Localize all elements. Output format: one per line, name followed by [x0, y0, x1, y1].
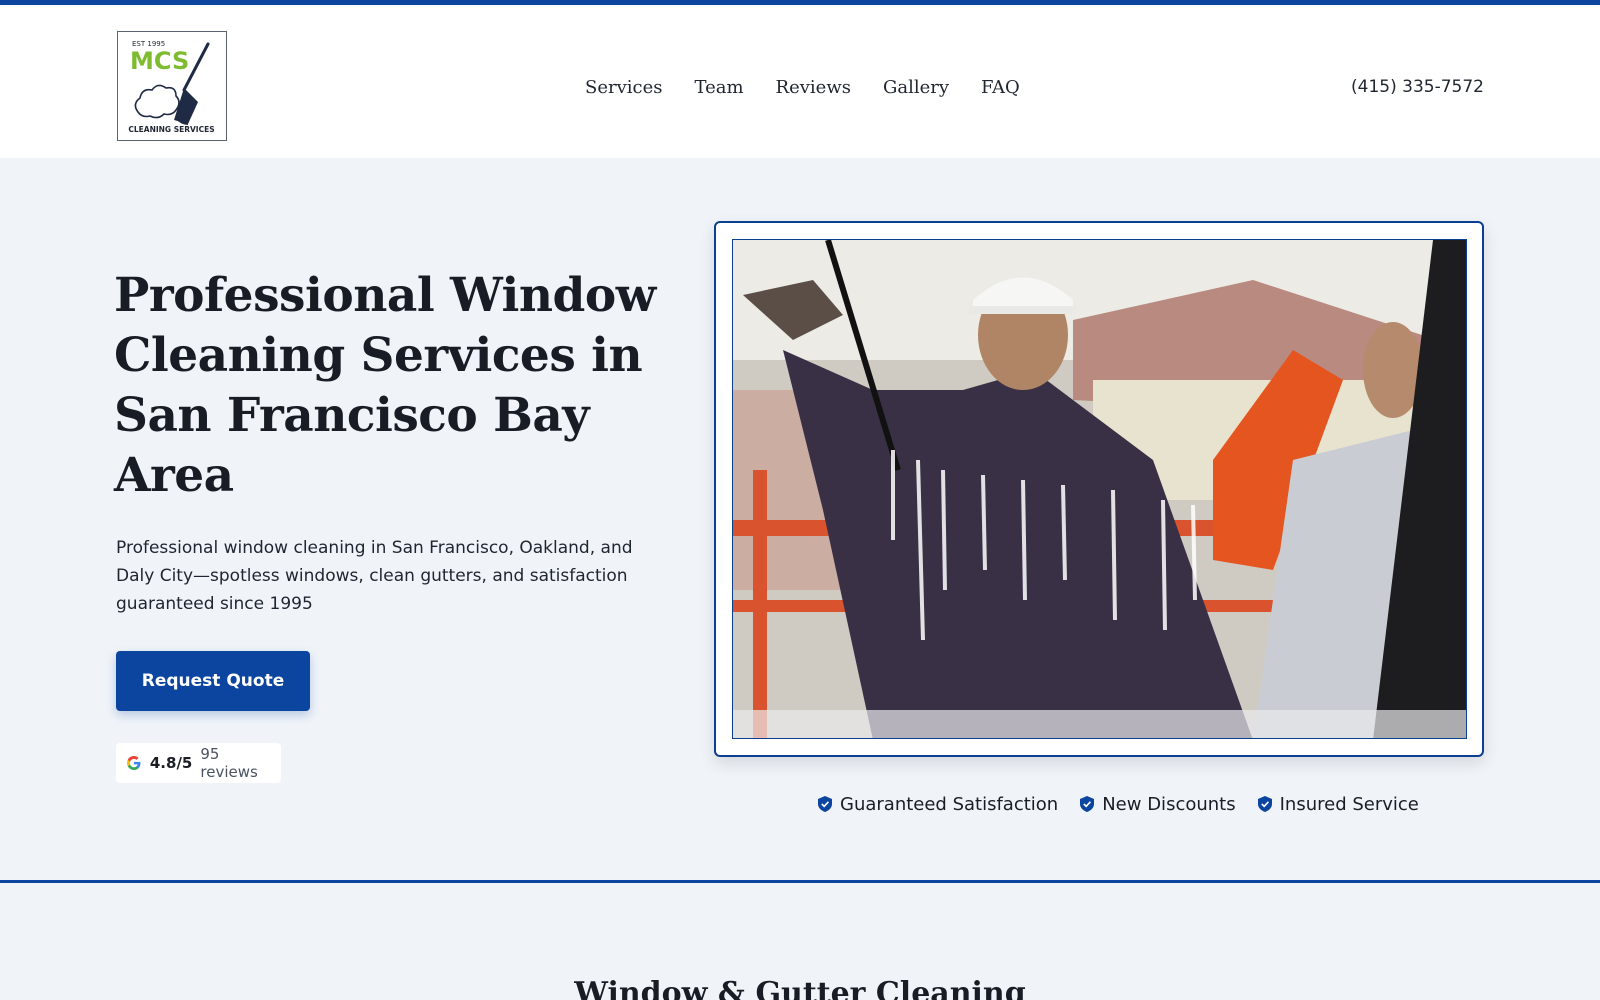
shield-check-icon — [1080, 796, 1095, 812]
trust-badges: Guaranteed Satisfaction New Discounts In… — [818, 791, 1419, 817]
google-rating-badge[interactable]: 4.8/5 95 reviews — [116, 743, 281, 783]
hero-title: Professional Window Cleaning Services in… — [114, 268, 656, 503]
main-nav: Services Team Reviews Gallery FAQ — [585, 72, 1020, 102]
site-header: EST 1995 MCS CLEANING SERVICES Services … — [0, 5, 1600, 158]
badge-insured-service: Insured Service — [1257, 793, 1419, 815]
badge-label: New Discounts — [1102, 793, 1236, 815]
company-logo[interactable]: EST 1995 MCS CLEANING SERVICES — [117, 31, 227, 141]
badge-label: Insured Service — [1279, 793, 1419, 815]
logo-mark-text: MCS — [130, 47, 189, 75]
shield-check-icon — [818, 796, 832, 812]
section-title: Window & Gutter Cleaning — [574, 976, 1026, 1000]
rating-score: 4.8/5 — [149, 754, 193, 772]
badge-new-discounts: New Discounts — [1080, 793, 1236, 815]
nav-link-services[interactable]: Services — [585, 77, 662, 98]
badge-label: Guaranteed Satisfaction — [840, 793, 1059, 815]
hero-photo-window-cleaners — [732, 239, 1467, 739]
hero-subtitle: Professional window cleaning in San Fran… — [116, 538, 633, 614]
shield-check-icon — [1257, 796, 1272, 812]
rating-count: 95 reviews — [200, 745, 258, 781]
badge-guaranteed-satisfaction: Guaranteed Satisfaction — [818, 794, 1058, 815]
logo-tagline-text: CLEANING SERVICES — [128, 125, 214, 134]
nav-link-team[interactable]: Team — [694, 77, 743, 98]
phone-link[interactable]: (415) 335-7572 — [1351, 77, 1484, 97]
nav-link-reviews[interactable]: Reviews — [776, 77, 851, 98]
request-quote-button[interactable]: Request Quote — [116, 651, 310, 711]
google-icon — [126, 756, 141, 770]
nav-link-gallery[interactable]: Gallery — [883, 77, 949, 98]
section-divider — [0, 880, 1600, 883]
hero-photo-frame — [714, 221, 1484, 757]
nav-link-faq[interactable]: FAQ — [981, 77, 1020, 98]
cloud-icon — [134, 84, 180, 119]
